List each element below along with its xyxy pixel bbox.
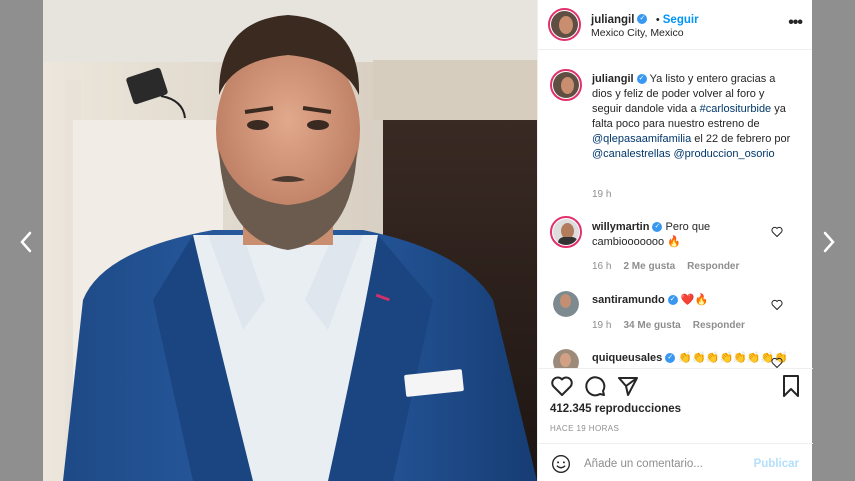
comment-meta: 19 h 34 Me gusta Responder [592, 320, 757, 331]
post-modal: juliangil ✓ • Seguir Mexico City, Mexico •… [0, 0, 855, 481]
post-video[interactable] [43, 0, 537, 481]
caption-link[interactable]: #carlositurbide [700, 103, 772, 115]
comment-likes[interactable]: 34 Me gusta [623, 320, 680, 331]
comment-likes[interactable]: 2 Me gusta [623, 261, 675, 272]
caption-body: Ya listo y entero gracias a dios y feliz… [592, 73, 790, 160]
comment-avatar[interactable] [550, 216, 582, 248]
comment-item: quiqueusales ✓ 👏👏👏👏👏👏👏👏 [550, 347, 805, 369]
chevron-left-icon [20, 231, 32, 253]
caption-link[interactable]: @canalestrellas [592, 148, 670, 160]
bookmark-icon[interactable] [779, 374, 803, 398]
verified-icon: ✓ [636, 74, 647, 85]
caption-link[interactable]: @produccion_osorio [674, 148, 775, 160]
author-avatar[interactable] [548, 8, 581, 41]
author-username[interactable]: juliangil [591, 14, 634, 26]
share-icon[interactable] [616, 374, 640, 398]
caption-comment: juliangil ✓ Ya listo y entero gracias a d… [550, 69, 805, 209]
view-count[interactable]: 412.345 reproducciones [550, 403, 681, 415]
reply-button[interactable]: Responder [693, 320, 745, 331]
post-side-panel: juliangil ✓ • Seguir Mexico City, Mexico •… [537, 0, 813, 481]
comment-body: ❤️🔥 [680, 294, 709, 306]
heart-icon[interactable] [771, 299, 783, 311]
comment-text: santiramundo ✓ ❤️🔥 [592, 293, 792, 308]
comment-text: willymartin ✓ Pero que cambiooooooo 🔥 [592, 220, 772, 250]
comment-time[interactable]: 16 h [592, 261, 611, 272]
heart-icon[interactable] [771, 226, 783, 238]
chevron-right-icon [823, 231, 835, 253]
heart-icon[interactable] [550, 374, 574, 398]
comment-input[interactable]: Añade un comentario... [584, 458, 703, 470]
caption-time[interactable]: 19 h [592, 189, 611, 200]
comment-icon[interactable] [583, 374, 607, 398]
post-actions [538, 372, 813, 402]
caption-text: juliangil ✓ Ya listo y entero gracias a d… [592, 72, 792, 162]
comment-text: quiqueusales ✓ 👏👏👏👏👏👏👏👏 [592, 351, 792, 366]
comment-item: willymartin ✓ Pero que cambiooooooo 🔥 16 … [550, 214, 805, 274]
comments-list[interactable]: juliangil ✓ Ya listo y entero gracias a d… [538, 51, 813, 369]
verified-icon: ✓ [665, 353, 676, 364]
heart-icon[interactable] [771, 357, 783, 369]
previous-post-button[interactable] [12, 226, 40, 258]
more-icon[interactable]: ••• [788, 14, 803, 32]
post-header: juliangil ✓ • Seguir Mexico City, Mexico •… [538, 0, 812, 50]
caption-meta: 19 h [592, 189, 623, 200]
posted-time[interactable]: HACE 19 HORAS [550, 424, 619, 433]
comment-username[interactable]: willymartin [592, 221, 649, 233]
follow-button[interactable]: Seguir [663, 14, 699, 26]
comment-avatar[interactable] [553, 349, 579, 368]
caption-username[interactable]: juliangil [592, 73, 634, 85]
next-post-button[interactable] [815, 226, 843, 258]
comment-time[interactable]: 19 h [592, 320, 611, 331]
verified-icon: ✓ [667, 295, 678, 306]
comment-item: santiramundo ✓ ❤️🔥 19 h 34 Me gusta Respond… [550, 289, 805, 349]
verified-icon: ✓ [637, 13, 648, 24]
caption-avatar[interactable] [550, 69, 582, 101]
emoji-icon[interactable] [551, 454, 571, 474]
author-line: juliangil ✓ • Seguir [591, 10, 699, 28]
header-separator: • [655, 14, 660, 26]
reply-button[interactable]: Responder [687, 261, 739, 272]
verified-icon: ✓ [652, 222, 663, 233]
comment-composer: Añade un comentario... Publicar [538, 443, 813, 481]
caption-link[interactable]: @qlepasaamifamilia [592, 133, 691, 145]
video-frame-image [43, 0, 537, 481]
comment-avatar[interactable] [553, 291, 579, 317]
post-location[interactable]: Mexico City, Mexico [591, 27, 684, 39]
comment-meta: 16 h 2 Me gusta Responder [592, 261, 751, 272]
comment-username[interactable]: quiqueusales [592, 352, 662, 364]
comment-username[interactable]: santiramundo [592, 294, 665, 306]
caption-segment: el 22 de febrero por [691, 133, 791, 145]
publish-button[interactable]: Publicar [754, 458, 799, 470]
